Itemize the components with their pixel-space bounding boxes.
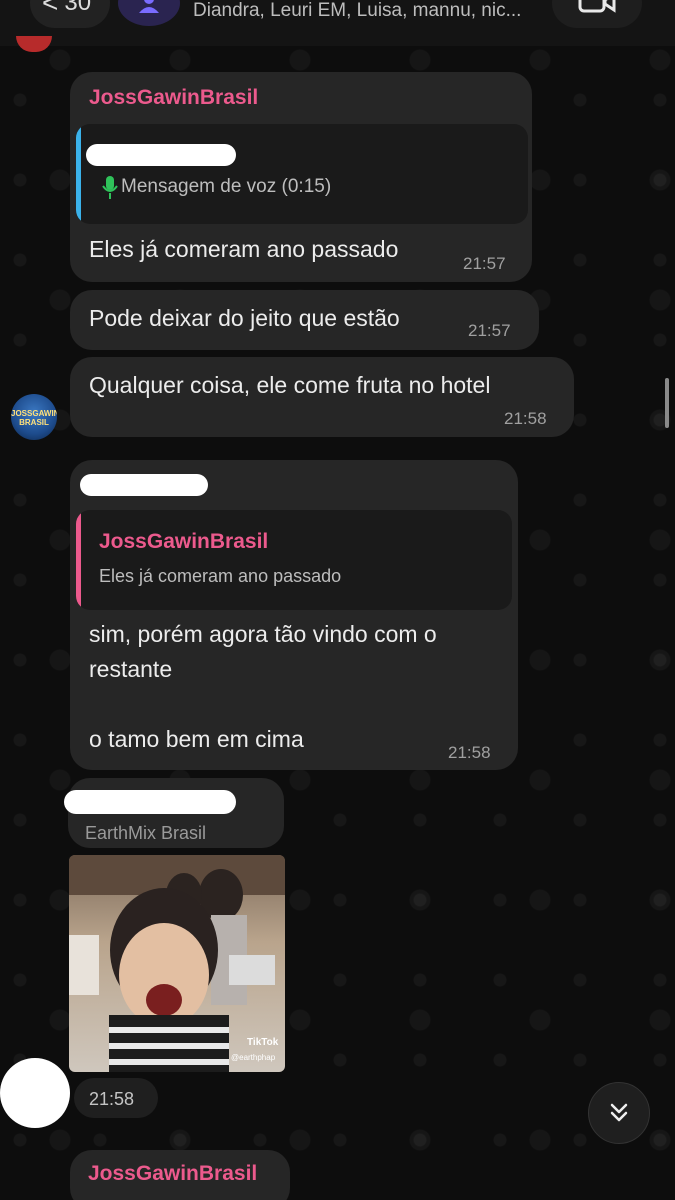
message-bubble[interactable]: JossGawinBrasil [70, 1150, 290, 1200]
tiktok-handle: @earthphap [231, 1053, 276, 1062]
quote-text: Mensagem de voz (0:15) [121, 176, 332, 197]
forwarded-from[interactable]: EarthMix Brasil [85, 823, 206, 844]
message-bubble[interactable]: JossGawinBrasil Eles já comeram ano pass… [70, 460, 518, 770]
quote-text: Eles já comeram ano passado [99, 566, 342, 586]
back-button[interactable]: < 30 [30, 0, 110, 28]
redacted-name [80, 474, 208, 496]
tiktok-watermark: TikTok [247, 1037, 279, 1048]
message-bubble[interactable]: Qualquer coisa, ele come fruta no hotel … [70, 357, 574, 437]
quote-bar [76, 510, 81, 610]
group-avatar[interactable] [118, 0, 180, 26]
video-thumbnail[interactable]: TikTok @earthphap [69, 855, 285, 1072]
unread-count: 30 [64, 0, 92, 16]
double-chevron-down-icon [610, 1103, 628, 1122]
sender-avatar[interactable]: JOSSGAWIN BRASIL [11, 394, 57, 440]
redacted-avatar [0, 1058, 70, 1128]
video-call-button[interactable] [552, 0, 642, 28]
scrollbar[interactable] [665, 378, 669, 428]
quoted-message[interactable]: Mensagem de voz (0:15) [76, 124, 528, 224]
redacted-name [86, 144, 236, 166]
message-time: 21:58 [89, 1089, 135, 1109]
chat-header: < 30 Diandra, Leuri EM, Luisa, mannu, ni… [0, 0, 675, 46]
mic-icon [102, 176, 118, 199]
message-bubble[interactable]: Pode deixar do jeito que estão 21:57 [70, 290, 539, 350]
message-text: o tamo bem em cima [89, 726, 304, 752]
sender-name[interactable]: JossGawinBrasil [88, 1162, 257, 1186]
redacted-name [64, 790, 236, 814]
group-people-icon [139, 0, 159, 13]
message-text: restante [89, 656, 173, 682]
back-chevron-icon: < [42, 0, 59, 18]
message-text: Qualquer coisa, ele come fruta no hotel [89, 372, 491, 398]
video-camera-icon [578, 0, 616, 13]
message-time: 21:58 [504, 409, 547, 428]
message-bubble[interactable]: JossGawinBrasil Mensagem de voz (0:15) E… [70, 72, 532, 282]
message-text: Pode deixar do jeito que estão [89, 305, 400, 331]
message-time: 21:57 [468, 321, 511, 340]
message-time: 21:57 [463, 254, 506, 273]
group-members[interactable]: Diandra, Leuri EM, Luisa, mannu, nic... [193, 0, 521, 22]
quote-bar [76, 124, 81, 224]
message-text: sim, porém agora tão vindo com o [89, 621, 437, 647]
message-bubble[interactable]: EarthMix Brasil [64, 778, 284, 848]
message-time: 21:58 [448, 743, 491, 762]
quote-sender: JossGawinBrasil [99, 530, 269, 553]
time-badge: 21:58 [74, 1078, 158, 1118]
sender-name[interactable]: JossGawinBrasil [89, 86, 258, 110]
message-text: Eles já comeram ano passado [89, 236, 399, 262]
scroll-to-bottom-button[interactable] [588, 1082, 650, 1144]
quoted-message[interactable]: JossGawinBrasil Eles já comeram ano pass… [76, 510, 512, 610]
